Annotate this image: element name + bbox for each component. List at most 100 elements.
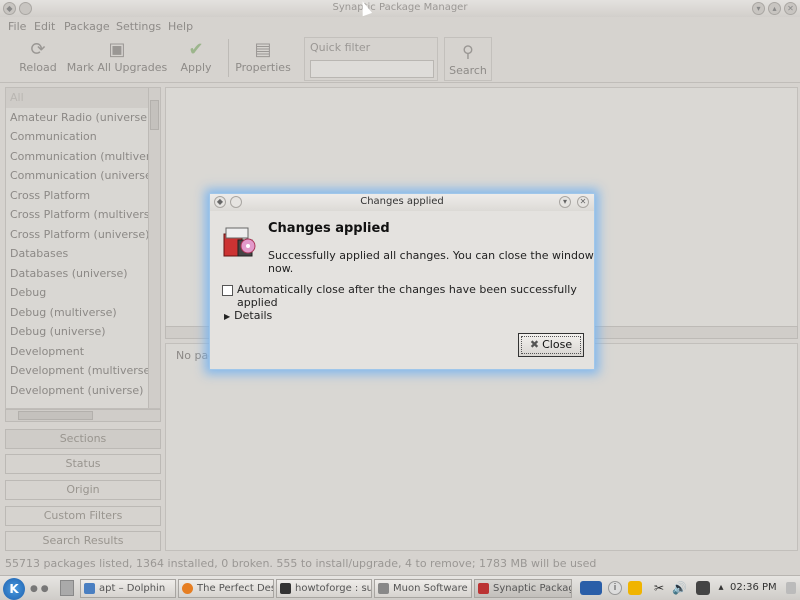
search-results-button[interactable]: Search Results — [5, 531, 161, 551]
minimize-icon[interactable]: ▾ — [752, 2, 765, 15]
menu-package[interactable]: Package — [64, 20, 110, 33]
list-item[interactable]: Communication (multiverse) — [6, 147, 160, 167]
menu-settings[interactable]: Settings — [116, 20, 161, 33]
mark-all-upgrades-button[interactable]: ▣ Mark All Upgrades — [66, 39, 168, 79]
list-item[interactable]: Development (universe) — [6, 381, 160, 401]
task-label: apt – Dolphin — [99, 583, 166, 594]
scrollbar-thumb[interactable] — [150, 100, 159, 130]
task-label: The Perfect Des — [197, 583, 274, 594]
desktop-icon[interactable] — [786, 582, 796, 594]
close-label: Close — [542, 338, 573, 351]
origin-filter-button[interactable]: Origin — [5, 480, 161, 500]
window-title: Synaptic Package Manager — [332, 2, 468, 13]
sections-horizontal-scrollbar[interactable] — [5, 409, 161, 422]
screen-icon[interactable] — [580, 581, 602, 595]
task-firefox[interactable]: The Perfect Des — [178, 579, 274, 598]
notes-icon[interactable] — [628, 581, 642, 595]
toolbar-separator — [228, 39, 229, 77]
sections-list[interactable]: All Amateur Radio (universe) Communicati… — [5, 87, 161, 409]
close-window-icon[interactable]: ✕ — [784, 2, 797, 15]
search-label: Search — [449, 64, 487, 77]
dialog-title: Changes applied — [360, 196, 444, 207]
quick-filter-group: Quick filter — [304, 37, 438, 81]
dialog-titlebar: ◆ Changes applied ▾ ✕ — [210, 194, 594, 211]
list-item[interactable]: Debug — [6, 283, 160, 303]
list-item[interactable]: Databases (universe) — [6, 264, 160, 284]
checkmark-icon: ✔ — [188, 39, 204, 60]
list-item[interactable]: All — [6, 88, 160, 108]
reload-button[interactable]: ⟳ Reload — [12, 39, 64, 79]
task-label: Muon Software — [393, 583, 468, 594]
custom-filters-button[interactable]: Custom Filters — [5, 506, 161, 526]
list-item[interactable]: Debug (universe) — [6, 322, 160, 342]
changes-applied-dialog: ◆ Changes applied ▾ ✕ Changes applied Su… — [209, 193, 595, 370]
sections-vertical-scrollbar[interactable] — [148, 88, 160, 408]
list-item[interactable]: Databases — [6, 244, 160, 264]
search-button[interactable]: ⚲ Search — [444, 37, 492, 81]
info-icon[interactable]: i — [608, 581, 622, 595]
volume-icon[interactable]: 🔊 — [672, 581, 687, 595]
list-item[interactable]: Cross Platform — [6, 186, 160, 206]
maximize-icon[interactable]: ▴ — [768, 2, 781, 15]
task-terminal[interactable]: howtoforge : su — [276, 579, 372, 598]
list-item[interactable]: Communication — [6, 127, 160, 147]
auto-close-checkbox[interactable] — [222, 285, 233, 296]
sections-filter-button[interactable]: Sections — [5, 429, 161, 449]
list-item[interactable]: Cross Platform (universe) — [6, 225, 160, 245]
auto-close-label[interactable]: Automatically close after the changes ha… — [237, 283, 594, 309]
network-icon[interactable] — [696, 581, 710, 595]
list-item[interactable]: Cross Platform (multiverse) — [6, 205, 160, 225]
expander-arrow-icon: ▶ — [224, 312, 231, 321]
details-label: Details — [234, 309, 273, 322]
taskbar: K ● ● apt – Dolphin The Perfect Des howt… — [0, 575, 800, 600]
menu-file[interactable]: File — [8, 20, 26, 33]
menu-edit[interactable]: Edit — [34, 20, 55, 33]
properties-button[interactable]: ▤ Properties — [234, 39, 292, 79]
list-item[interactable]: Amateur Radio (universe) — [6, 108, 160, 128]
search-icon: ⚲ — [462, 42, 474, 61]
reload-label: Reload — [19, 61, 57, 74]
clock: 02:36 PM — [730, 582, 777, 593]
quick-filter-label: Quick filter — [310, 41, 371, 54]
pager-icon[interactable] — [60, 580, 74, 596]
synaptic-icon — [478, 583, 489, 594]
details-expander[interactable]: ▶ Details — [224, 309, 272, 322]
package-details-pane: No package is selected. — [165, 343, 798, 551]
folder-icon — [84, 583, 95, 594]
properties-label: Properties — [235, 61, 291, 74]
close-button[interactable]: ✖ Close — [518, 333, 584, 357]
status-bar-text: 55713 packages listed, 1364 installed, 0… — [5, 557, 597, 570]
list-item[interactable]: Communication (universe) — [6, 166, 160, 186]
kde-menu-icon[interactable]: K — [3, 578, 25, 600]
properties-icon: ▤ — [254, 39, 272, 60]
apply-label: Apply — [180, 61, 212, 74]
task-synaptic[interactable]: Synaptic Packag — [474, 579, 572, 598]
window-controls-icon[interactable]: ● ● — [30, 584, 49, 594]
close-icon: ✖ — [529, 338, 540, 351]
list-item[interactable]: Development (multiverse) — [6, 361, 160, 381]
task-dolphin[interactable]: apt – Dolphin — [80, 579, 176, 598]
status-filter-button[interactable]: Status — [5, 454, 161, 474]
muon-icon — [378, 583, 389, 594]
dialog-heading: Changes applied — [268, 221, 390, 236]
window-titlebar: ◆ Synaptic Package Manager ▾ ▴ ✕ — [0, 0, 800, 17]
scrollbar-thumb[interactable] — [18, 411, 93, 420]
dialog-close-icon[interactable]: ✕ — [577, 196, 589, 208]
firefox-icon — [182, 583, 193, 594]
apply-button[interactable]: ✔ Apply — [174, 39, 218, 79]
dialog-message: Successfully applied all changes. You ca… — [268, 249, 594, 275]
menu-help[interactable]: Help — [168, 20, 193, 33]
menubar: File Edit Package Settings Help — [0, 17, 800, 35]
list-item[interactable]: Debug (multiverse) — [6, 303, 160, 323]
task-label: Synaptic Packag — [493, 583, 572, 594]
task-label: howtoforge : su — [295, 583, 372, 594]
quick-filter-input[interactable] — [310, 60, 434, 78]
tray-expand-icon[interactable]: ▴ — [714, 581, 728, 595]
task-muon[interactable]: Muon Software — [374, 579, 472, 598]
reload-icon: ⟳ — [30, 39, 46, 60]
mark-all-label: Mark All Upgrades — [66, 61, 168, 74]
upgrade-icon: ▣ — [108, 39, 126, 60]
scissors-icon[interactable]: ✂ — [652, 581, 666, 595]
list-item[interactable]: Development — [6, 342, 160, 362]
dialog-minimize-icon[interactable]: ▾ — [559, 196, 571, 208]
